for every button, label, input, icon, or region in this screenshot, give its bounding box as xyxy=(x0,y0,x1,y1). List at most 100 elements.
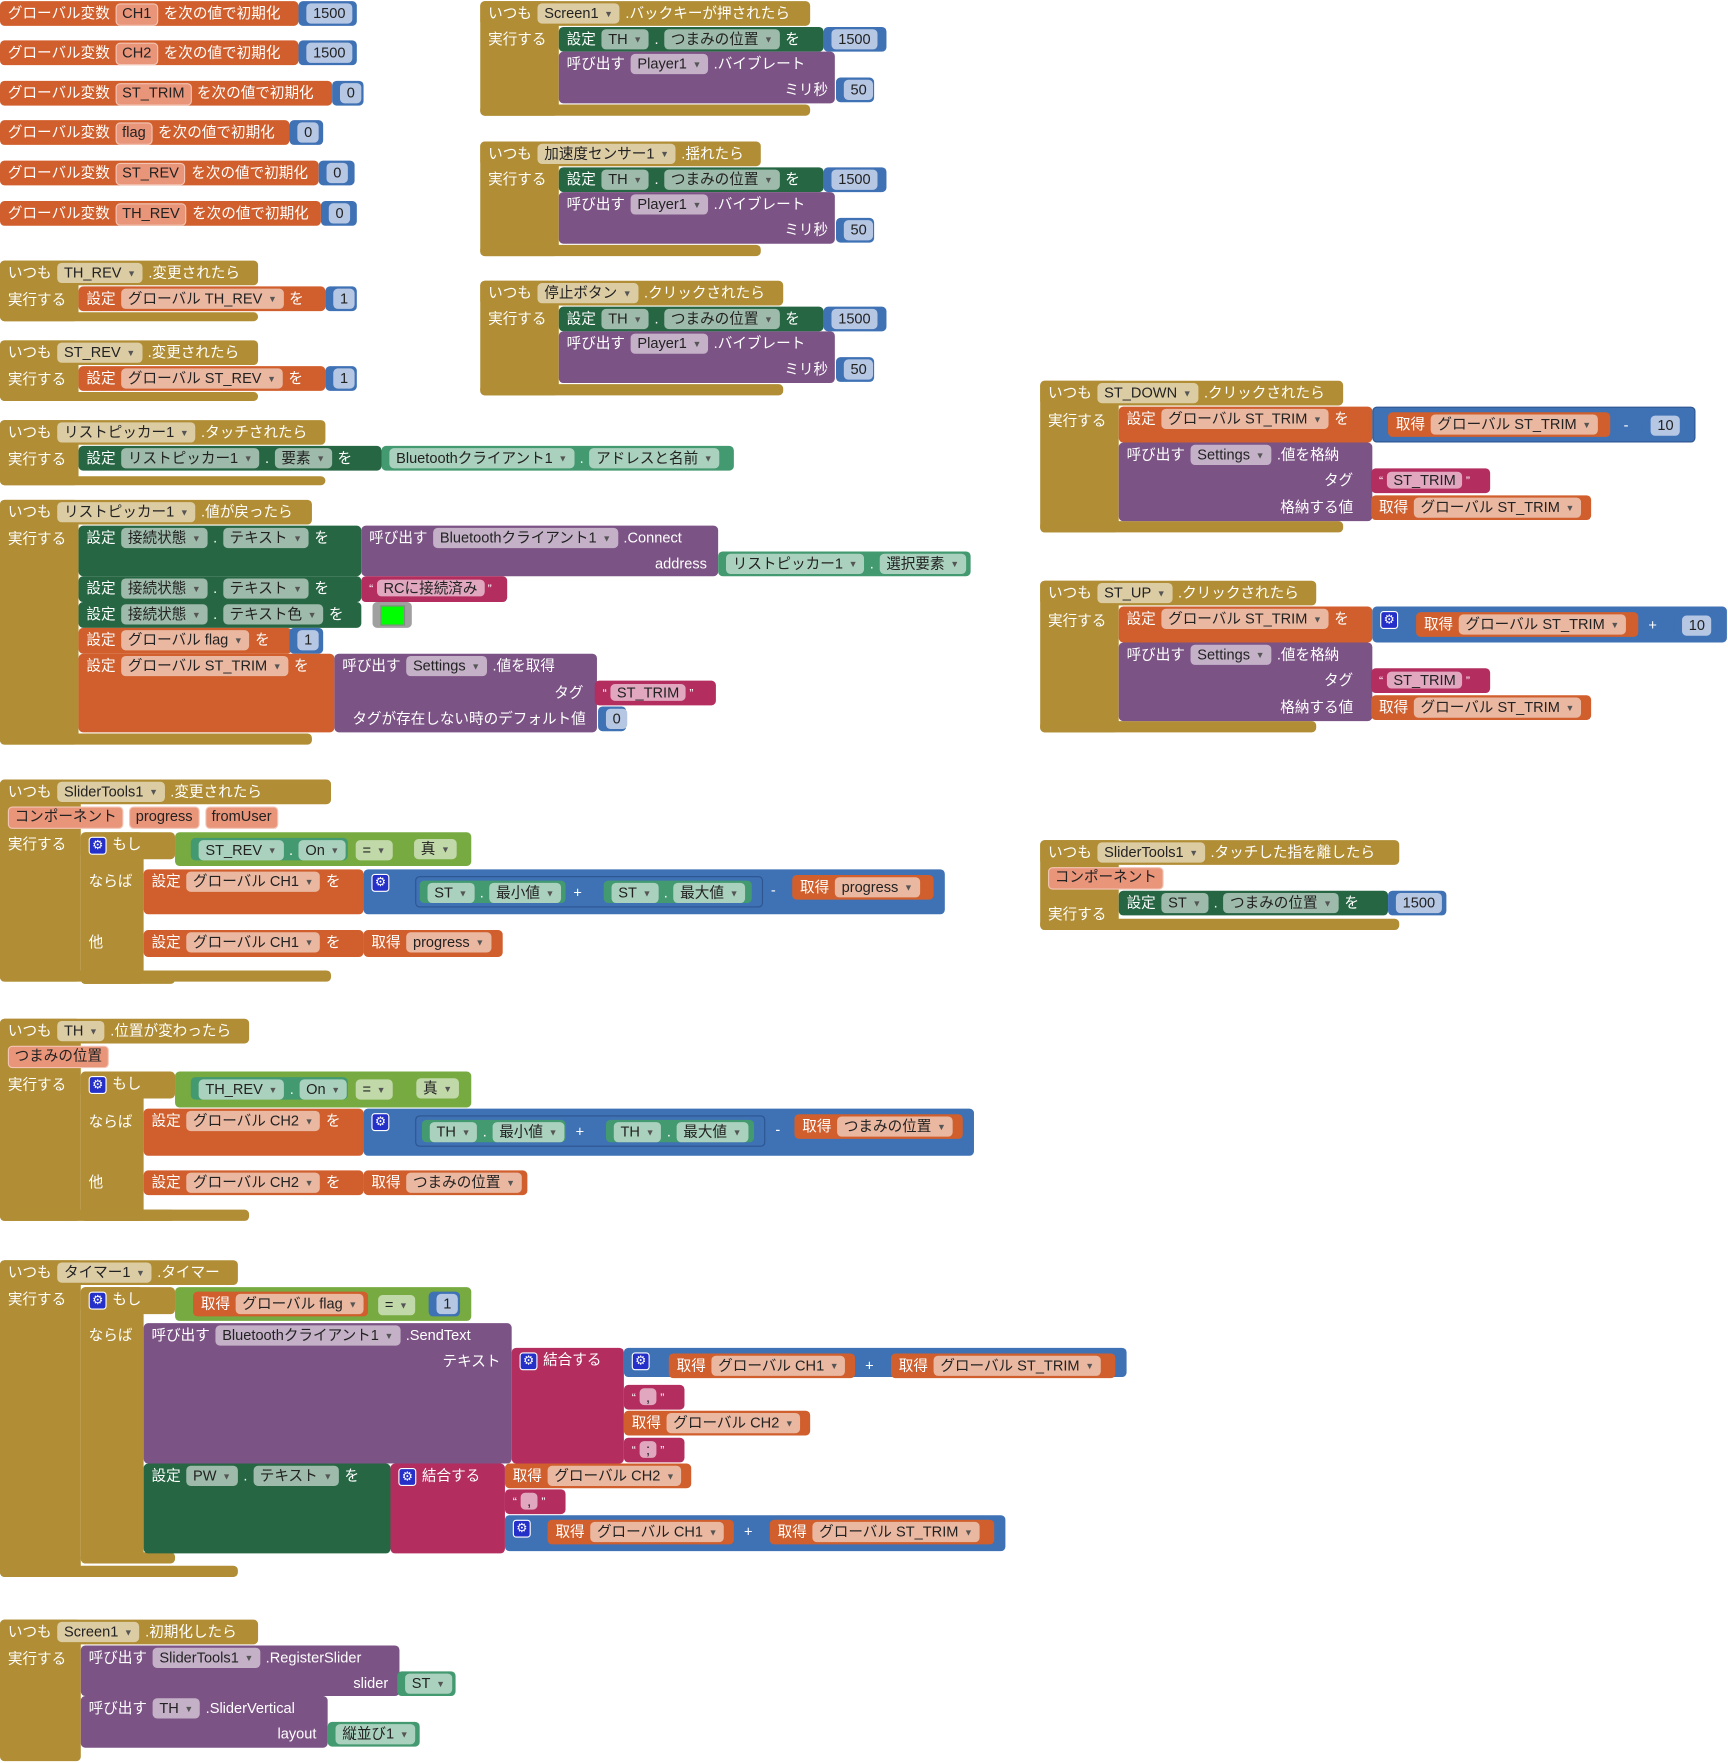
dropdown-field[interactable]: Bluetoothクライアント1 ▼ xyxy=(389,448,575,469)
parameter-st-rev[interactable]: ST_REV xyxy=(115,162,186,186)
variable-block[interactable]: 設定 グローバル CH2 ▼ を xyxy=(143,1108,364,1156)
dropdown-field[interactable]: ST ▼ xyxy=(427,882,475,904)
dropdown-field[interactable]: TH ▼ xyxy=(601,29,649,50)
dropdown-field[interactable]: テキスト ▼ xyxy=(222,578,309,599)
variable-block[interactable]: 設定 グローバル CH2 ▼ を xyxy=(143,1170,364,1196)
getter-block[interactable]: Bluetoothクライアント1 ▼. アドレスと名前 ▼ xyxy=(381,445,734,471)
event-block[interactable]: いつも リストピッカー1 ▼ .値が戻ったら xyxy=(0,499,312,525)
string-value[interactable]: ST_TRIM xyxy=(1386,671,1463,689)
dropdown-field[interactable]: 停止ボタン ▼ xyxy=(537,283,639,304)
variable-block[interactable]: グローバル変数 ST_REV を次の値で初期化 xyxy=(0,160,319,186)
dropdown-field[interactable]: progress ▼ xyxy=(834,877,920,898)
dropdown-field[interactable]: グローバル ST_TRIM ▼ xyxy=(1413,697,1582,718)
number-field[interactable]: 50 xyxy=(843,79,874,100)
variable-block[interactable]: 取得 グローバル ST_TRIM ▼ xyxy=(1371,495,1592,521)
gear-mutator-icon[interactable]: ⚙ xyxy=(512,1519,531,1538)
number-field[interactable]: 1500 xyxy=(306,42,353,63)
dropdown-field[interactable]: 選択要素 ▼ xyxy=(879,553,966,574)
event-block[interactable]: いつも ST_UP ▼ .クリックされたら xyxy=(1040,580,1317,606)
math-block[interactable]: 50 xyxy=(835,217,875,243)
parameter-item[interactable]: コンポーネント xyxy=(1048,867,1164,890)
variable-block[interactable]: 設定 グローバル CH1 ▼ を xyxy=(143,930,364,957)
setter-block[interactable]: 設定 PW ▼. テキスト ▼ を xyxy=(143,1463,391,1554)
dropdown-field[interactable]: TH ▼ xyxy=(429,1122,478,1143)
variable-block[interactable]: 取得 グローバル ST_TRIM ▼ xyxy=(1388,412,1611,437)
dropdown-field[interactable]: 接続状態 ▼ xyxy=(121,604,208,625)
getter-block[interactable]: TH_REV ▼. On ▼ xyxy=(190,1077,348,1100)
dropdown-field[interactable]: TH_REV ▼ xyxy=(198,1079,285,1100)
number-field[interactable]: 0 xyxy=(326,162,349,184)
dropdown-field[interactable]: グローバル flag ▼ xyxy=(121,630,250,651)
string-value[interactable]: ST_TRIM xyxy=(1386,471,1463,489)
dropdown-field[interactable]: On ▼ xyxy=(298,840,347,861)
variable-block[interactable]: 設定 グローバル flag ▼ を xyxy=(78,627,292,654)
dropdown-field[interactable]: Settings ▼ xyxy=(1190,644,1272,665)
dropdown-field[interactable]: グローバル ST_TRIM ▼ xyxy=(1458,614,1626,635)
math-block[interactable]: 0 xyxy=(598,706,628,732)
dropdown-field[interactable]: Screen1 ▼ xyxy=(537,3,620,24)
number-field[interactable]: 1 xyxy=(436,1293,459,1315)
getter-block[interactable]: ST ▼. 最小値 ▼ xyxy=(419,880,566,904)
dropdown-field[interactable]: ST_DOWN ▼ xyxy=(1097,383,1199,404)
text-block[interactable]: “ , ” xyxy=(504,1489,566,1515)
dropdown-field[interactable]: = ▼ xyxy=(355,840,393,861)
variable-block[interactable]: 取得 グローバル CH2 ▼ xyxy=(504,1463,692,1489)
control-block[interactable]: ⚙ もし xyxy=(80,1071,176,1099)
dropdown-field[interactable]: progress ▼ xyxy=(406,932,491,953)
dropdown-field[interactable]: TH ▼ xyxy=(613,1122,662,1143)
dropdown-field[interactable]: ST_UP ▼ xyxy=(1097,582,1173,604)
dropdown-field[interactable]: 縦並び1 ▼ xyxy=(335,1724,416,1745)
number-field[interactable]: 0 xyxy=(328,203,351,224)
dropdown-field[interactable]: グローバル CH2 ▼ xyxy=(666,1412,801,1434)
dropdown-field[interactable]: テキスト ▼ xyxy=(253,1465,339,1486)
setter-block[interactable]: 設定 TH ▼. つまみの位置 ▼ を xyxy=(558,306,824,332)
math-block[interactable]: 50 xyxy=(835,77,875,103)
dropdown-field[interactable]: グローバル CH1 ▼ xyxy=(590,1521,725,1543)
dropdown-field[interactable]: ST ▼ xyxy=(611,882,659,904)
dropdown-field[interactable]: 最小値 ▼ xyxy=(492,1122,565,1143)
dropdown-field[interactable]: グローバル ST_TRIM ▼ xyxy=(1430,414,1598,435)
setter-block[interactable]: 設定 接続状態 ▼. テキスト ▼ を xyxy=(78,525,362,577)
event-block[interactable]: いつも SliderTools1 ▼ .タッチした指を離したら xyxy=(1040,840,1400,865)
dropdown-field[interactable]: 要素 ▼ xyxy=(274,448,332,469)
getter-block[interactable]: ST ▼. 最大値 ▼ xyxy=(603,880,752,904)
string-value[interactable]: RCに接続済み xyxy=(376,580,485,597)
dropdown-field[interactable]: Bluetoothクライアント1 ▼ xyxy=(215,1325,401,1346)
number-field[interactable]: 10 xyxy=(1650,415,1681,436)
dropdown-field[interactable]: SliderTools1 ▼ xyxy=(1097,842,1205,863)
event-block[interactable]: いつも リストピッカー1 ▼ .タッチされたら xyxy=(0,420,326,445)
number-field[interactable]: 1 xyxy=(333,288,355,309)
gear-mutator-icon[interactable]: ⚙ xyxy=(398,1468,417,1486)
variable-block[interactable]: 設定 グローバル ST_REV ▼ を xyxy=(78,366,326,391)
dropdown-field[interactable]: テキスト ▼ xyxy=(222,527,309,549)
number-field[interactable]: 10 xyxy=(1682,615,1712,636)
dropdown-field[interactable]: Player1 ▼ xyxy=(630,333,709,354)
math-block[interactable]: 1500 xyxy=(1388,890,1447,916)
dropdown-field[interactable]: つまみの位置 ▼ xyxy=(1223,892,1339,914)
math-block[interactable]: 0 xyxy=(318,160,355,186)
parameter-progress[interactable]: progress xyxy=(129,806,200,829)
variable-block[interactable]: 取得 progress ▼ xyxy=(363,930,503,957)
event-block[interactable]: いつも ST_DOWN ▼ .クリックされたら xyxy=(1040,380,1344,406)
variable-block[interactable]: グローバル変数 flag を次の値で初期化 xyxy=(0,120,290,145)
text-block[interactable]: “ RCに接続済み ” xyxy=(361,576,508,603)
variable-block[interactable]: 設定 グローバル ST_TRIM ▼ を xyxy=(78,653,335,733)
dropdown-field[interactable]: つまみの位置 ▼ xyxy=(664,29,780,50)
text-block[interactable]: ⚙ 結合する xyxy=(390,1463,505,1554)
parameter-th-rev[interactable]: TH_REV xyxy=(115,203,187,226)
control-block[interactable]: ⚙ もし xyxy=(80,832,176,860)
variable-block[interactable]: 取得 progress ▼ xyxy=(792,874,934,900)
dropdown-field[interactable]: Bluetoothクライアント1 ▼ xyxy=(433,527,618,549)
dropdown-field[interactable]: TH ▼ xyxy=(601,169,649,190)
number-field[interactable]: 1500 xyxy=(831,29,878,50)
number-field[interactable]: 0 xyxy=(605,708,628,729)
getter-block[interactable]: リストピッカー1 ▼. 選択要素 ▼ xyxy=(718,551,971,577)
dropdown-field[interactable]: リストピッカー1 ▼ xyxy=(121,448,260,469)
math-block[interactable]: 10 xyxy=(1674,613,1717,638)
dropdown-field[interactable]: TH ▼ xyxy=(152,1698,201,1719)
setter-block[interactable]: 設定 TH ▼. つまみの位置 ▼ を xyxy=(558,26,824,52)
dropdown-field[interactable]: グローバル CH2 ▼ xyxy=(547,1465,682,1486)
number-field[interactable]: 1500 xyxy=(831,308,878,330)
math-block[interactable]: 0 xyxy=(289,120,324,145)
dropdown-field[interactable]: = ▼ xyxy=(378,1295,415,1316)
